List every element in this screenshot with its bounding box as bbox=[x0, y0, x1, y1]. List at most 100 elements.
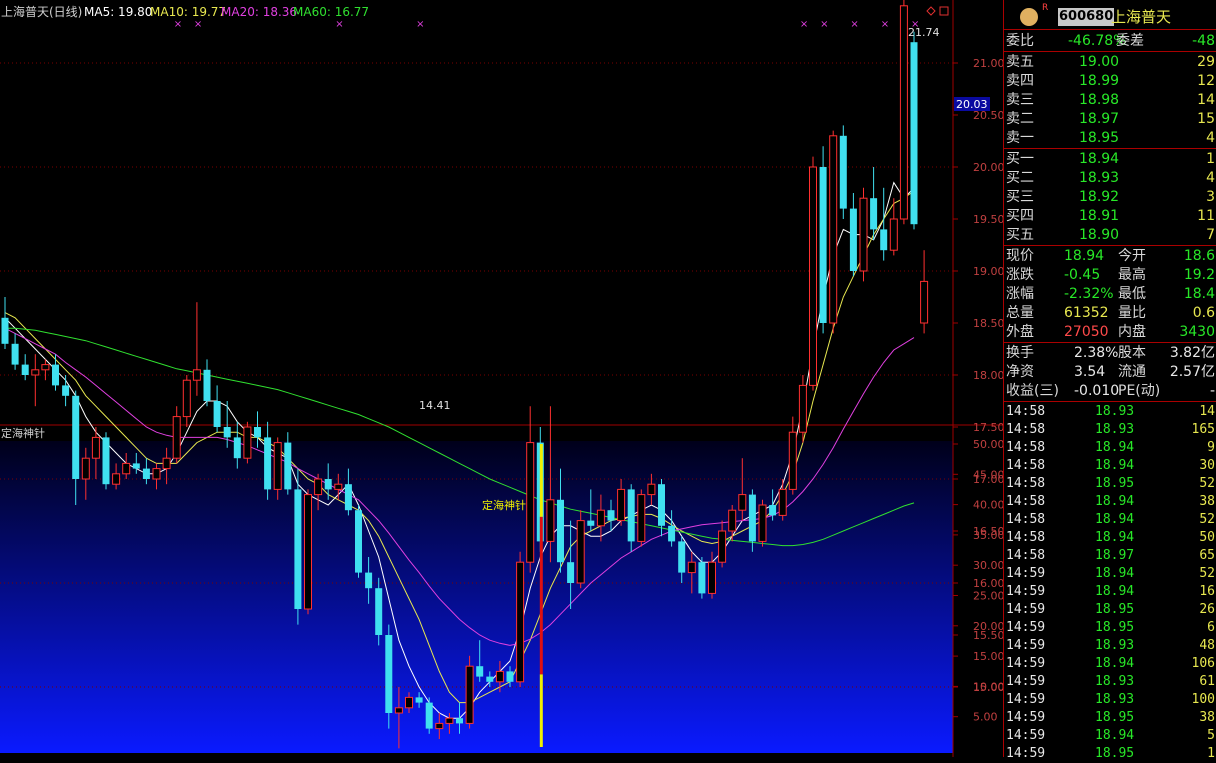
tick-volume: 5 bbox=[1207, 728, 1215, 743]
tick-time: 14:59 bbox=[1006, 602, 1046, 617]
candle bbox=[910, 31, 918, 230]
candle-body bbox=[294, 489, 302, 609]
candle bbox=[870, 167, 878, 240]
candle-body bbox=[102, 437, 110, 485]
tick-volume: 52 bbox=[1199, 476, 1215, 491]
tick-row[interactable]: 14:59 18.93 61 bbox=[1004, 673, 1216, 691]
order-price: 18.94 bbox=[1079, 151, 1120, 167]
candle bbox=[102, 432, 110, 490]
candle-body bbox=[889, 218, 898, 251]
tick-time: 14:59 bbox=[1006, 746, 1046, 761]
stat-label: PE(动) bbox=[1118, 383, 1161, 399]
tick-volume: 1 bbox=[1207, 746, 1215, 761]
price-tick-label: 20.00 bbox=[973, 161, 1003, 174]
indicator-segment bbox=[539, 674, 543, 747]
tick-row[interactable]: 14:58 18.97 65 bbox=[1004, 547, 1216, 565]
candle-body bbox=[687, 561, 696, 574]
candle-body bbox=[567, 562, 575, 583]
kline-chart[interactable]: 21.0020.5020.0019.5019.0018.5018.0017.50… bbox=[0, 0, 1003, 757]
stat-label: 流通 bbox=[1118, 364, 1146, 380]
tick-row[interactable]: 14:59 18.95 1 bbox=[1004, 745, 1216, 763]
candle bbox=[213, 385, 221, 433]
tick-row[interactable]: 14:59 18.95 6 bbox=[1004, 619, 1216, 637]
candle-body bbox=[243, 426, 252, 459]
stock-code: 600680 bbox=[1058, 8, 1115, 26]
tick-volume: 65 bbox=[1199, 548, 1215, 563]
tick-row[interactable]: 14:59 18.94 52 bbox=[1004, 565, 1216, 583]
candle bbox=[576, 510, 585, 589]
candle-body bbox=[658, 484, 665, 526]
tick-time: 14:59 bbox=[1006, 638, 1046, 653]
tick-price: 18.95 bbox=[1095, 746, 1135, 761]
stat-value: 18.4 bbox=[1183, 286, 1215, 302]
candle-body bbox=[132, 463, 140, 469]
tick-row[interactable]: 14:58 18.95 52 bbox=[1004, 475, 1216, 493]
tick-row[interactable]: 14:59 18.95 38 bbox=[1004, 709, 1216, 727]
tick-price: 18.94 bbox=[1095, 728, 1135, 743]
tick-row[interactable]: 14:58 18.93 14 bbox=[1004, 403, 1216, 421]
tick-row[interactable]: 14:58 18.94 9 bbox=[1004, 439, 1216, 457]
candle bbox=[11, 333, 19, 370]
tick-price: 18.95 bbox=[1095, 710, 1135, 725]
tick-row[interactable]: 14:59 18.95 26 bbox=[1004, 601, 1216, 619]
candle-body bbox=[728, 509, 737, 532]
candle-body bbox=[385, 635, 393, 713]
stat-value: 3.82亿 bbox=[1169, 345, 1215, 361]
candle-body bbox=[355, 510, 362, 573]
candle-body bbox=[41, 364, 50, 371]
buy-order-row: 买四 18.91 11 bbox=[1004, 207, 1216, 226]
r-badge: R bbox=[1042, 3, 1049, 13]
candle-body bbox=[203, 369, 211, 401]
candle-body bbox=[365, 572, 373, 589]
stat-row: 现价 18.94 今开 18.6 bbox=[1004, 247, 1216, 266]
candle-body bbox=[495, 670, 504, 683]
candle bbox=[21, 354, 29, 381]
stat-label: 量比 bbox=[1118, 305, 1146, 321]
tick-time: 14:58 bbox=[1006, 404, 1046, 419]
candle bbox=[304, 489, 312, 615]
candle-body bbox=[920, 280, 929, 324]
tick-row[interactable]: 14:59 18.93 48 bbox=[1004, 637, 1216, 655]
candle-body bbox=[486, 676, 494, 682]
tick-row[interactable]: 14:59 18.93 100 bbox=[1004, 691, 1216, 709]
stat-value: -0.010 bbox=[1074, 383, 1120, 399]
tick-price: 18.97 bbox=[1095, 548, 1135, 563]
tick-row[interactable]: 14:58 18.94 30 bbox=[1004, 457, 1216, 475]
order-volume: 1 bbox=[1206, 151, 1215, 167]
diamond-icon[interactable] bbox=[926, 6, 936, 16]
candle-body bbox=[394, 707, 403, 714]
candle-body bbox=[405, 696, 413, 709]
candle-body bbox=[516, 561, 525, 683]
candle bbox=[223, 401, 231, 448]
price-tick-label: 21.00 bbox=[973, 57, 1003, 70]
signal-mark: × bbox=[820, 19, 828, 30]
tick-row[interactable]: 14:58 18.94 38 bbox=[1004, 493, 1216, 511]
candle-body bbox=[617, 488, 626, 522]
tick-row[interactable]: 14:58 18.93 165 bbox=[1004, 421, 1216, 439]
tick-row[interactable]: 14:58 18.94 50 bbox=[1004, 529, 1216, 547]
tick-row[interactable]: 14:58 18.94 52 bbox=[1004, 511, 1216, 529]
tick-row[interactable]: 14:59 18.94 16 bbox=[1004, 583, 1216, 601]
tick-row[interactable]: 14:59 18.94 106 bbox=[1004, 655, 1216, 673]
candle bbox=[859, 187, 868, 282]
panel-control-icons[interactable] bbox=[926, 6, 949, 16]
stat-value: - bbox=[1209, 383, 1215, 399]
tick-time: 14:58 bbox=[1006, 476, 1046, 491]
indicator-background bbox=[0, 441, 953, 753]
candle-body bbox=[465, 665, 474, 724]
indicator-tick-label: 50.00 bbox=[973, 438, 1003, 451]
stat-value: 2.38% bbox=[1074, 345, 1119, 361]
price-tick-label: 18.00 bbox=[973, 369, 1003, 382]
stat-row: 总量 61352 量比 0.6 bbox=[1004, 304, 1216, 323]
candle bbox=[203, 359, 211, 407]
price-tick-label: 19.50 bbox=[973, 213, 1003, 226]
candle bbox=[526, 406, 535, 573]
candle-body bbox=[182, 379, 191, 418]
ma10-legend: MA10: 19.77 bbox=[150, 5, 226, 19]
square-icon[interactable] bbox=[939, 6, 949, 16]
candle-body bbox=[798, 384, 807, 433]
stat-label: 换手 bbox=[1006, 345, 1034, 361]
tick-row[interactable]: 14:59 18.94 5 bbox=[1004, 727, 1216, 745]
stat-row: 涨幅 -2.32% 最低 18.4 bbox=[1004, 285, 1216, 304]
tick-price: 18.94 bbox=[1095, 458, 1135, 473]
